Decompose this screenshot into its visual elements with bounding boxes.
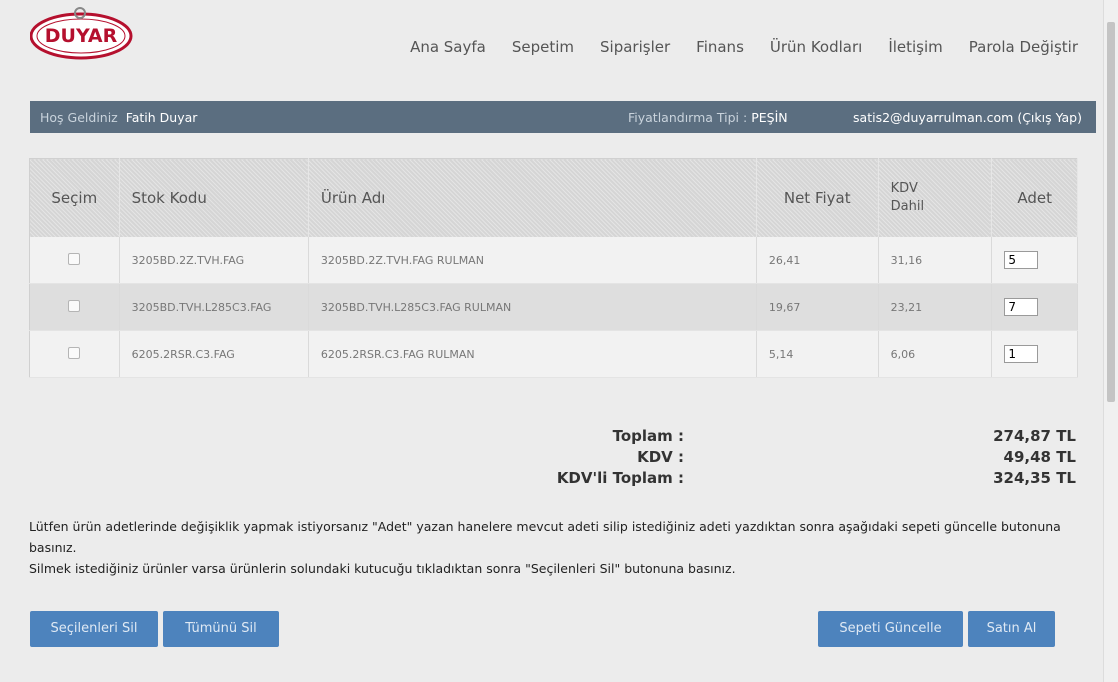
header-stock-code: Stok Kodu bbox=[119, 158, 309, 237]
table-row: 6205.2RSR.C3.FAG 6205.2RSR.C3.FAG RULMAN… bbox=[29, 330, 1078, 378]
vat-included-cell: 23,21 bbox=[878, 283, 993, 331]
nav-change-password[interactable]: Parola Değiştir bbox=[969, 38, 1078, 56]
subtotal-label: Toplam : bbox=[612, 427, 684, 445]
user-info-bar: Hoş Geldiniz Fatih Duyar Fiyatlandırma T… bbox=[30, 101, 1096, 133]
user-name: Fatih Duyar bbox=[125, 110, 198, 125]
delete-selected-button[interactable]: Seçilenleri Sil bbox=[30, 611, 158, 647]
instruction-delete: Silmek istediğiniz ürünler varsa ürünler… bbox=[29, 561, 736, 576]
update-cart-button[interactable]: Sepeti Güncelle bbox=[818, 611, 963, 647]
subtotal-value: 274,87 TL bbox=[993, 427, 1076, 445]
vat-included-cell: 31,16 bbox=[878, 237, 993, 284]
main-nav: Ana Sayfa Sepetim Siparişler Finans Ürün… bbox=[410, 38, 1078, 56]
quantity-cell bbox=[991, 237, 1078, 284]
grand-total-value: 324,35 TL bbox=[993, 469, 1076, 487]
totals-values: 274,87 TL 49,48 TL 324,35 TL bbox=[993, 426, 1076, 489]
product-name-cell: 3205BD.TVH.L285C3.FAG RULMAN bbox=[308, 283, 757, 331]
grand-total-label: KDV'li Toplam : bbox=[556, 469, 684, 487]
welcome-text: Hoş Geldiniz Fatih Duyar bbox=[40, 110, 197, 125]
duyar-logo[interactable]: DUYAR bbox=[29, 6, 142, 64]
header-select: Seçim bbox=[29, 158, 120, 237]
stock-code-cell: 6205.2RSR.C3.FAG bbox=[119, 330, 309, 378]
scrollbar-thumb[interactable] bbox=[1107, 22, 1115, 402]
nav-product-codes[interactable]: Ürün Kodları bbox=[770, 38, 862, 56]
table-row: 3205BD.2Z.TVH.FAG 3205BD.2Z.TVH.FAG RULM… bbox=[29, 237, 1078, 284]
quantity-input[interactable] bbox=[1004, 298, 1039, 316]
quantity-cell bbox=[991, 283, 1078, 331]
nav-home[interactable]: Ana Sayfa bbox=[410, 38, 486, 56]
stock-code-cell: 3205BD.TVH.L285C3.FAG bbox=[119, 283, 309, 331]
nav-finance[interactable]: Finans bbox=[696, 38, 744, 56]
instructions-note: Lütfen ürün adetlerinde değişiklik yapma… bbox=[29, 516, 1079, 579]
header-vat-line1: KDV bbox=[890, 181, 918, 196]
net-price-cell: 19,67 bbox=[756, 283, 879, 331]
select-cell bbox=[29, 237, 120, 284]
nav-cart[interactable]: Sepetim bbox=[512, 38, 574, 56]
select-cell bbox=[29, 283, 120, 331]
vat-included-cell: 6,06 bbox=[878, 330, 993, 378]
header-vat-included: KDV Dahil bbox=[878, 158, 993, 237]
pricing-type: Fiyatlandırma Tipi : PEŞİN bbox=[628, 110, 788, 125]
buy-button[interactable]: Satın Al bbox=[968, 611, 1055, 647]
quantity-cell bbox=[991, 330, 1078, 378]
row-checkbox[interactable] bbox=[68, 346, 81, 359]
product-name-cell: 6205.2RSR.C3.FAG RULMAN bbox=[308, 330, 757, 378]
nav-contact[interactable]: İletişim bbox=[888, 38, 942, 56]
stock-code-cell: 3205BD.2Z.TVH.FAG bbox=[119, 237, 309, 284]
header-quantity: Adet bbox=[991, 158, 1078, 237]
header-net-price: Net Fiyat bbox=[756, 158, 879, 237]
vat-value: 49,48 TL bbox=[1003, 448, 1076, 466]
instruction-update: Lütfen ürün adetlerinde değişiklik yapma… bbox=[29, 519, 1061, 555]
page-scrollbar[interactable] bbox=[1103, 0, 1118, 682]
pricing-value: PEŞİN bbox=[751, 110, 788, 125]
nav-orders[interactable]: Siparişler bbox=[600, 38, 670, 56]
totals-labels: Toplam : KDV : KDV'li Toplam : bbox=[557, 426, 684, 489]
account-logout-link[interactable]: satis2@duyarrulman.com (Çıkış Yap) bbox=[853, 110, 1082, 125]
vat-label: KDV : bbox=[637, 448, 684, 466]
row-checkbox[interactable] bbox=[68, 252, 81, 265]
quantity-input[interactable] bbox=[1004, 345, 1039, 363]
logo-emblem: DUYAR bbox=[29, 7, 133, 60]
welcome-label: Hoş Geldiniz bbox=[40, 110, 118, 125]
pricing-label: Fiyatlandırma Tipi : bbox=[628, 110, 748, 125]
delete-all-button[interactable]: Tümünü Sil bbox=[163, 611, 279, 647]
net-price-cell: 26,41 bbox=[756, 237, 879, 284]
header-product-name: Ürün Adı bbox=[308, 158, 757, 237]
logo-text: DUYAR bbox=[45, 25, 118, 47]
header-vat-line2: Dahil bbox=[890, 199, 925, 214]
net-price-cell: 5,14 bbox=[756, 330, 879, 378]
table-row: 3205BD.TVH.L285C3.FAG 3205BD.TVH.L285C3.… bbox=[29, 283, 1078, 331]
product-name-cell: 3205BD.2Z.TVH.FAG RULMAN bbox=[308, 237, 757, 284]
select-cell bbox=[29, 330, 120, 378]
table-header-row: Seçim Stok Kodu Ürün Adı Net Fiyat KDV D… bbox=[29, 158, 1078, 237]
row-checkbox[interactable] bbox=[68, 299, 81, 312]
cart-table: Seçim Stok Kodu Ürün Adı Net Fiyat KDV D… bbox=[29, 158, 1078, 378]
quantity-input[interactable] bbox=[1004, 251, 1039, 269]
